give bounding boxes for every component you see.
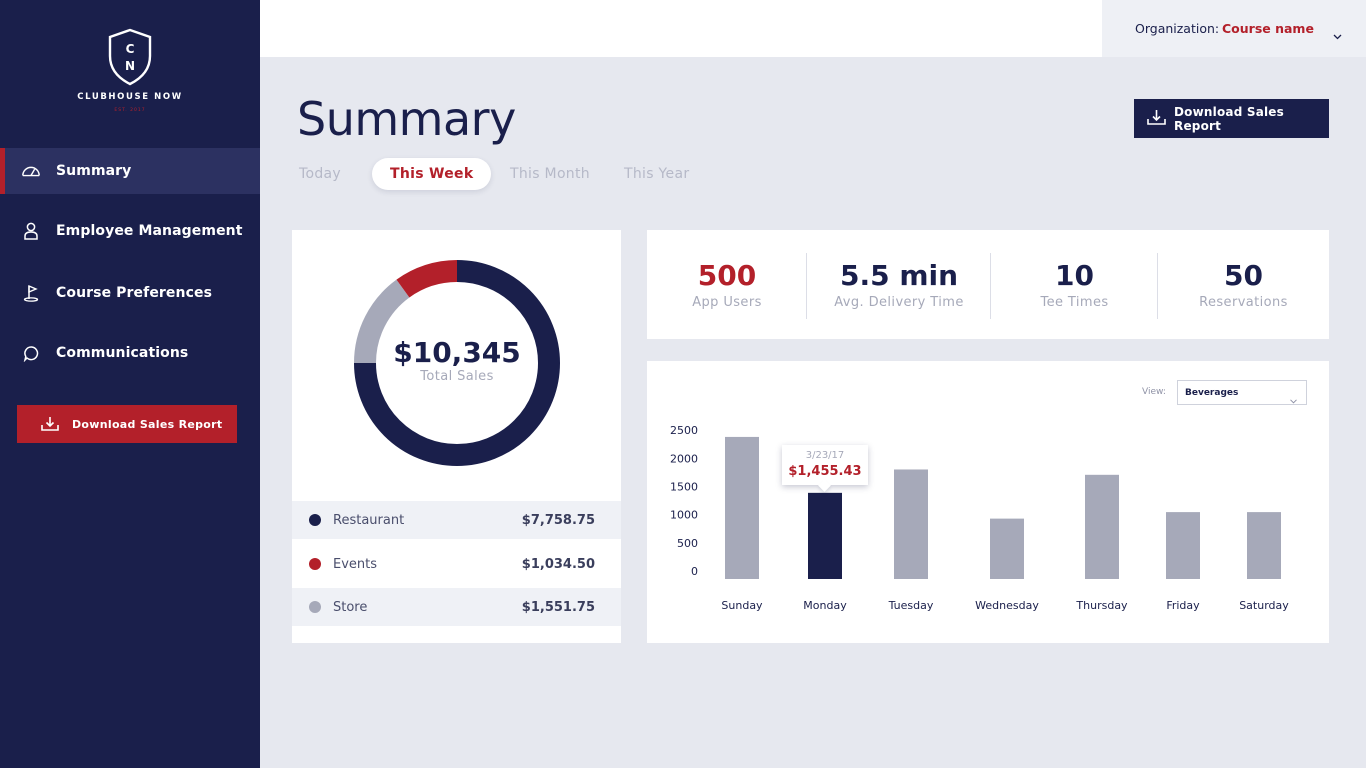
bar-wednesday[interactable] [990, 518, 1024, 579]
legend-row-events: Events $1,034.50 [292, 545, 621, 583]
sidebar-item-label: Summary [56, 163, 132, 179]
stat-label: Avg. Delivery Time [834, 295, 964, 310]
sidebar-item-label: Communications [56, 345, 189, 361]
sidebar-item-communications[interactable]: Communications [0, 330, 260, 376]
bar-sunday[interactable] [725, 436, 759, 579]
y-tick-label: 2500 [670, 424, 698, 437]
sales-bar-chart-card: View: Beverages 0 500 1000 1500 2000 2500 Sund… [647, 361, 1329, 643]
sidebar-item-label: Employee Management [56, 223, 243, 239]
brand-logo[interactable]: C N CLUBHOUSE NOW EST. 2017 [0, 28, 260, 113]
legend-value: $7,758.75 [521, 512, 595, 528]
person-icon [21, 222, 41, 240]
legend-dot [309, 558, 321, 570]
stat-value: 50 [1224, 259, 1263, 292]
download-icon [1147, 109, 1166, 130]
tooltip-value: $1,455.43 [788, 464, 862, 479]
top-bar: Organization: Course name [260, 0, 1366, 57]
download-sales-report-button[interactable]: Download Sales Report [1134, 99, 1329, 138]
legend-row-restaurant: Restaurant $7,758.75 [292, 501, 621, 539]
stat-value: 5.5 min [839, 259, 959, 292]
total-sales-card: $10,345 Total Sales Restaurant $7,758.75… [292, 230, 621, 643]
organization-label: Organization: [1135, 21, 1220, 36]
legend-dot [309, 601, 321, 613]
bar-monday[interactable] [808, 492, 842, 579]
chevron-down-icon [1333, 25, 1342, 44]
brand-name: CLUBHOUSE NOW [77, 92, 183, 102]
bar-friday[interactable] [1166, 512, 1200, 579]
logo-letter-c: C [126, 42, 135, 56]
shield-logo-icon: C N [108, 28, 152, 86]
organization-selector[interactable]: Organization: Course name [1102, 0, 1366, 57]
legend-name: Store [333, 599, 368, 615]
tooltip-date: 3/23/17 [805, 450, 845, 461]
sidebar-item-label: Course Preferences [56, 285, 213, 301]
legend-value: $1,551.75 [521, 599, 595, 615]
brand-established: EST. 2017 [114, 108, 146, 113]
donut-center: $10,345 Total Sales [352, 258, 562, 468]
legend-name: Events [333, 556, 378, 572]
tab-today[interactable]: Today [299, 158, 341, 190]
total-sales-value: $10,345 [393, 336, 521, 369]
download-button-label: Download Sales Report [1174, 104, 1284, 133]
y-tick-label: 2000 [670, 452, 698, 465]
golf-flag-icon [21, 284, 41, 302]
organization-value: Course name [1222, 21, 1314, 36]
stat-value: 500 [697, 259, 757, 292]
stat-value: 10 [1055, 259, 1094, 292]
download-icon [41, 416, 59, 436]
total-sales-label: Total Sales [420, 369, 494, 384]
bar-tuesday[interactable] [894, 469, 928, 579]
legend-row-store: Store $1,551.75 [292, 588, 621, 626]
bar-tooltip: 3/23/17 $1,455.43 [782, 445, 868, 485]
legend-dot [309, 514, 321, 526]
legend-name: Restaurant [333, 512, 405, 528]
gauge-icon [21, 162, 41, 180]
bar-saturday[interactable] [1247, 512, 1281, 579]
y-tick-label: 0 [691, 565, 698, 578]
x-tick-label: Friday [1166, 599, 1200, 612]
x-tick-label: Wednesday [975, 599, 1039, 612]
x-tick-label: Sunday [721, 599, 763, 612]
bar-thursday[interactable] [1085, 474, 1119, 579]
y-tick-label: 1000 [670, 509, 698, 522]
total-sales-donut: $10,345 Total Sales [352, 258, 562, 468]
stat-label: Tee Times [1040, 295, 1109, 310]
sidebar-download-button[interactable]: Download Sales Report [17, 405, 237, 443]
page-title: Summary [297, 92, 516, 146]
stat-label: App Users [692, 295, 762, 310]
stat-reservations: 50 Reservations [1158, 230, 1329, 339]
x-tick-label: Tuesday [888, 599, 934, 612]
sidebar-item-summary[interactable]: Summary [0, 148, 260, 194]
x-tick-label: Monday [803, 599, 847, 612]
bar-chart: 0 500 1000 1500 2000 2500 Sunday Monday Tuesday W… [670, 424, 1289, 612]
stat-label: Reservations [1199, 295, 1288, 310]
y-tick-label: 500 [677, 537, 698, 550]
y-tick-label: 1500 [670, 480, 698, 493]
sidebar-download-label: Download Sales Report [72, 417, 223, 431]
sidebar-item-employee-management[interactable]: Employee Management [0, 208, 260, 254]
chat-bubble-icon [21, 344, 41, 362]
sidebar: C N CLUBHOUSE NOW EST. 2017 Summary Empl… [0, 0, 260, 768]
tab-this-month[interactable]: This Month [510, 158, 590, 190]
sidebar-item-course-preferences[interactable]: Course Preferences [0, 270, 260, 316]
stat-app-users: 500 App Users [647, 230, 807, 339]
stat-avg-delivery-time: 5.5 min Avg. Delivery Time [807, 230, 991, 339]
legend-value: $1,034.50 [521, 556, 595, 572]
x-tick-label: Saturday [1239, 599, 1289, 612]
stats-card: 500 App Users 5.5 min Avg. Delivery Time… [647, 230, 1329, 339]
logo-letter-n: N [125, 59, 135, 73]
x-tick-label: Thursday [1075, 599, 1128, 612]
stat-tee-times: 10 Tee Times [991, 230, 1158, 339]
tab-this-year[interactable]: This Year [624, 158, 689, 190]
tab-this-week[interactable]: This Week [372, 158, 492, 190]
